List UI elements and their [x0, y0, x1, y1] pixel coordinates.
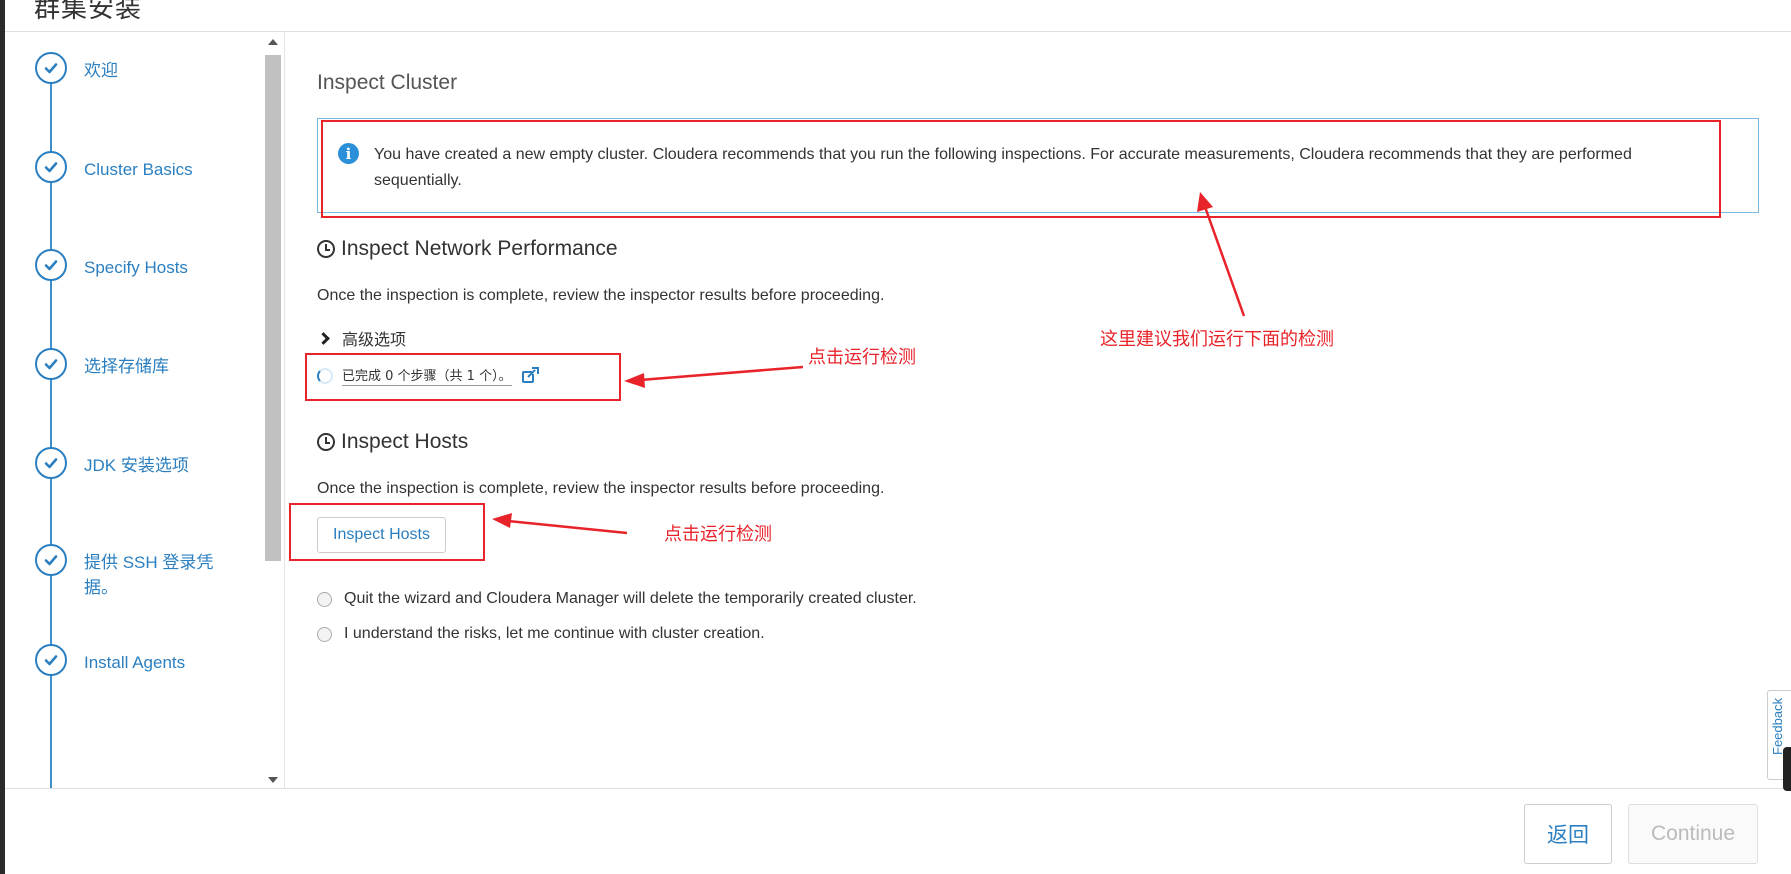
- feedback-label: Feedback: [1770, 697, 1785, 755]
- feedback-tab[interactable]: Feedback: [1767, 690, 1791, 791]
- annotation-hosts-note: 点击运行检测: [664, 524, 772, 545]
- back-button[interactable]: 返回: [1524, 804, 1612, 864]
- continue-button[interactable]: Continue: [1628, 804, 1758, 864]
- annotation-network-note: 点击运行检测: [808, 347, 916, 368]
- feedback-handle[interactable]: [1783, 747, 1791, 791]
- footer-divider: [5, 788, 1791, 789]
- annotation-info-note: 这里建议我们运行下面的检测: [1100, 329, 1334, 350]
- annotation-arrows: [492, 192, 1246, 535]
